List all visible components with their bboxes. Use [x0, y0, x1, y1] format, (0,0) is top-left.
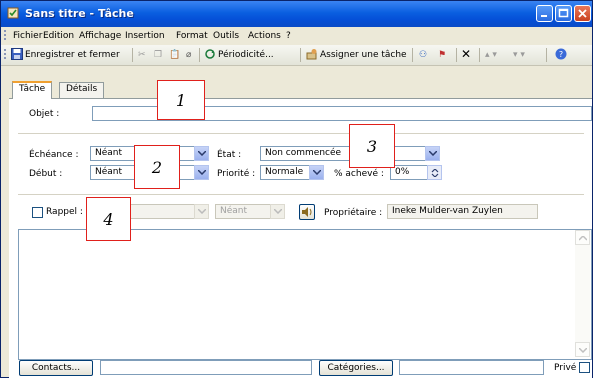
- chevron-up-icon: [579, 236, 587, 241]
- menu-edition[interactable]: Edition: [43, 31, 74, 41]
- recurrence-icon: [205, 49, 215, 59]
- attach-icon[interactable]: ⌀: [186, 48, 191, 62]
- toolbar-grip: [4, 49, 6, 61]
- owner-field: Ineke Mulder-van Zuylen: [387, 204, 538, 219]
- menu-insertion[interactable]: Insertion: [125, 31, 165, 41]
- window-title: Sans titre - Tâche: [25, 7, 134, 20]
- assign-task-icon: [306, 49, 317, 60]
- menu-outils[interactable]: Outils: [213, 31, 239, 41]
- callout-4: 4: [86, 197, 131, 241]
- task-icon: [7, 7, 19, 19]
- notes-textarea[interactable]: [18, 229, 592, 360]
- delete-icon[interactable]: ✕: [461, 47, 471, 61]
- reminder-label: Rappel :: [46, 207, 83, 217]
- maximize-button[interactable]: [555, 5, 572, 22]
- assign-task-button[interactable]: Assigner une tâche: [320, 48, 407, 62]
- menu-format[interactable]: Format: [176, 31, 208, 41]
- toolbar-separator: [199, 48, 200, 62]
- menu-fichier[interactable]: Fichier: [13, 31, 42, 41]
- scroll-down-button[interactable]: [575, 342, 590, 357]
- save-close-button[interactable]: Enregistrer et fermer: [25, 48, 120, 62]
- cut-icon[interactable]: ✂: [138, 48, 146, 62]
- speaker-icon: [302, 207, 312, 217]
- toolbar-separator: [456, 48, 457, 62]
- toolbar-separator: [300, 48, 301, 62]
- start-date-dropdown[interactable]: [194, 165, 209, 180]
- callout-3: 3: [349, 124, 395, 168]
- toolbar-separator: [479, 48, 480, 62]
- chevron-down-icon: [198, 170, 206, 175]
- tab-details[interactable]: Détails: [59, 82, 105, 98]
- menu-bar: Fichier Edition Affichage Insertion Form…: [1, 27, 592, 45]
- toolbar-separator: [132, 48, 133, 62]
- toolbar-separator: [412, 48, 413, 62]
- contacts-button[interactable]: Contacts...: [19, 360, 93, 376]
- categories-button[interactable]: Catégories...: [319, 360, 393, 376]
- help-icon[interactable]: ?: [555, 48, 567, 60]
- private-label: Privé: [554, 363, 577, 373]
- owner-label: Propriétaire :: [324, 208, 383, 218]
- address-book-icon[interactable]: ⚇: [419, 48, 427, 62]
- priority-label: Priorité :: [217, 169, 256, 179]
- status-dropdown[interactable]: [425, 146, 440, 161]
- task-window: Sans titre - Tâche Fichier Edition Affic…: [0, 0, 593, 380]
- paste-icon[interactable]: 📋: [169, 48, 180, 62]
- chevron-down-icon: [579, 348, 587, 353]
- callout-2: 2: [134, 145, 180, 189]
- due-date-dropdown[interactable]: [194, 146, 209, 161]
- spinner-icon: [431, 169, 439, 177]
- notes-scrollbar[interactable]: [575, 230, 590, 357]
- divider: [18, 194, 584, 195]
- toolbar-separator: [546, 48, 547, 62]
- chevron-down-icon: [313, 170, 321, 175]
- chevron-down-icon: [429, 151, 437, 156]
- divider: [18, 133, 584, 134]
- title-bar[interactable]: Sans titre - Tâche: [1, 1, 592, 27]
- menu-grip: [4, 30, 6, 42]
- recurrence-button[interactable]: Périodicité...: [218, 48, 274, 62]
- tab-task[interactable]: Tâche: [12, 81, 53, 99]
- status-label: État :: [217, 150, 242, 160]
- reminder-date-dropdown[interactable]: [194, 204, 209, 219]
- subject-label: Objet :: [29, 109, 60, 119]
- contacts-field[interactable]: [100, 360, 312, 375]
- copy-icon[interactable]: ❐: [154, 48, 162, 62]
- save-icon: [11, 48, 23, 60]
- start-date-label: Début :: [29, 169, 63, 179]
- due-date-label: Échéance :: [29, 150, 79, 160]
- reminder-sound-button[interactable]: [299, 204, 315, 220]
- reminder-checkbox[interactable]: [32, 207, 43, 218]
- flag-icon[interactable]: ⚑: [438, 48, 446, 62]
- svg-text:?: ?: [559, 50, 563, 59]
- scroll-up-button[interactable]: [575, 230, 590, 245]
- chevron-down-icon: [198, 151, 206, 156]
- menu-affichage[interactable]: Affichage: [79, 31, 121, 41]
- next-icon[interactable]: ▾ ▾: [513, 48, 525, 62]
- chevron-down-icon: [198, 209, 206, 214]
- reminder-time-dropdown[interactable]: [270, 204, 285, 219]
- previous-icon[interactable]: ▴ ▾: [485, 48, 497, 62]
- close-button[interactable]: [574, 5, 591, 22]
- callout-1: 1: [157, 80, 205, 120]
- percent-spinner[interactable]: [427, 165, 442, 180]
- toolbar: Enregistrer et fermer ✂ ❐ 📋 ⌀ Périodicit…: [1, 45, 592, 66]
- categories-field[interactable]: [399, 360, 544, 375]
- percent-complete-label: % achevé :: [334, 169, 384, 179]
- priority-dropdown[interactable]: [309, 165, 324, 180]
- private-checkbox[interactable]: [579, 362, 590, 373]
- minimize-button[interactable]: [536, 5, 553, 22]
- chevron-down-icon: [274, 209, 282, 214]
- menu-actions[interactable]: Actions: [248, 31, 281, 41]
- menu-help[interactable]: ?: [286, 31, 291, 41]
